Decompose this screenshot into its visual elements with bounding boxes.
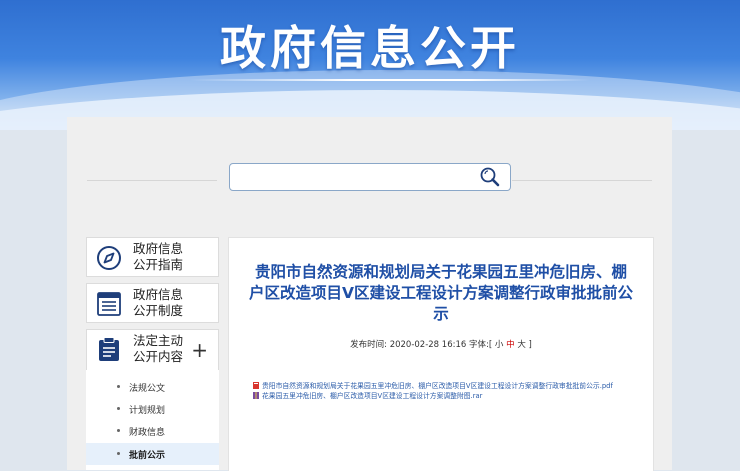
bullet-dot [117,385,120,388]
list-document-icon [97,292,121,316]
subnav-item-label: 财政信息 [129,428,166,438]
sidebar-item-guide[interactable]: 政府信息 公开指南 [86,237,219,277]
font-size-large-link[interactable]: 大 [517,340,526,350]
subnav-item-pre-approval[interactable]: 批前公示 [86,443,219,465]
subnav-item-label: 法规公文 [129,384,166,394]
search-divider [512,180,652,181]
attachment-name: 花果园五里冲危旧房、棚户区改造项目V区建设工程设计方案调整附图.rar [262,392,483,400]
search-divider [87,180,217,181]
font-size-medium-link[interactable]: 中 [506,340,515,350]
bullet-dot [117,452,120,455]
header-banner: 政府信息公开 [0,0,740,130]
expand-plus-icon[interactable]: + [191,340,208,360]
subnav-item-plans[interactable]: 计划规划 [86,398,219,420]
sidebar-subnav: 法规公文 计划规划 财政信息 批前公示 [86,370,219,470]
pdf-file-icon [253,382,259,389]
font-size-small-link[interactable]: 小 [495,340,504,350]
article-content: 贵阳市自然资源和规划局关于花果园五里冲危旧房、棚户区改造项目V区建设工程设计方案… [228,237,654,471]
main-panel: 政府信息 公开指南 政府信息 公开制度 法定主动 公开内容 + 法规公文 计划规… [67,117,672,471]
compass-icon [97,246,121,270]
article-title: 贵阳市自然资源和规划局关于花果园五里冲危旧房、棚户区改造项目V区建设工程设计方案… [249,263,633,323]
subnav-item-label: 计划规划 [129,406,166,416]
sidebar-item-label: 法定主动 [133,333,184,348]
subnav-item-regulations[interactable]: 法规公文 [86,376,219,398]
clipboard-icon [99,337,119,361]
subnav-item-label: 批前公示 [129,451,166,461]
search-input[interactable] [236,167,470,187]
sidebar-item-label: 政府信息 [133,287,184,302]
attachment-link-rar[interactable]: 花果园五里冲危旧房、棚户区改造项目V区建设工程设计方案调整附图.rar [253,390,633,401]
bullet-dot [117,429,120,432]
search-icon [480,167,500,187]
archive-file-icon [253,392,259,399]
subnav-item-finance[interactable]: 财政信息 [86,420,219,442]
search-button[interactable] [478,166,502,188]
page-title: 政府信息公开 [220,21,520,75]
sidebar-item-label: 公开指南 [133,257,184,272]
sidebar-item-statutory[interactable]: 法定主动 公开内容 + [86,329,219,371]
search-box [229,163,511,191]
publish-time: 2020-02-28 16:16 [389,340,467,350]
bullet-dot [117,407,120,410]
article-meta: 发布时间: 2020-02-28 16:16 字体:[ 小 中 大 ] [229,338,653,350]
sidebar-item-system[interactable]: 政府信息 公开制度 [86,283,219,323]
publish-label: 发布时间: [350,340,390,350]
sidebar-item-label: 公开制度 [133,303,184,318]
attachment-name: 贵阳市自然资源和规划局关于花果园五里冲危旧房、棚户区改造项目V区建设工程设计方案… [262,382,613,390]
sidebar-item-label: 政府信息 [133,241,184,256]
title-underline [190,79,590,81]
font-size-bracket: ] [528,340,532,350]
sidebar-item-label: 公开内容 [133,349,184,364]
font-size-label: 字体:[ [469,340,493,350]
